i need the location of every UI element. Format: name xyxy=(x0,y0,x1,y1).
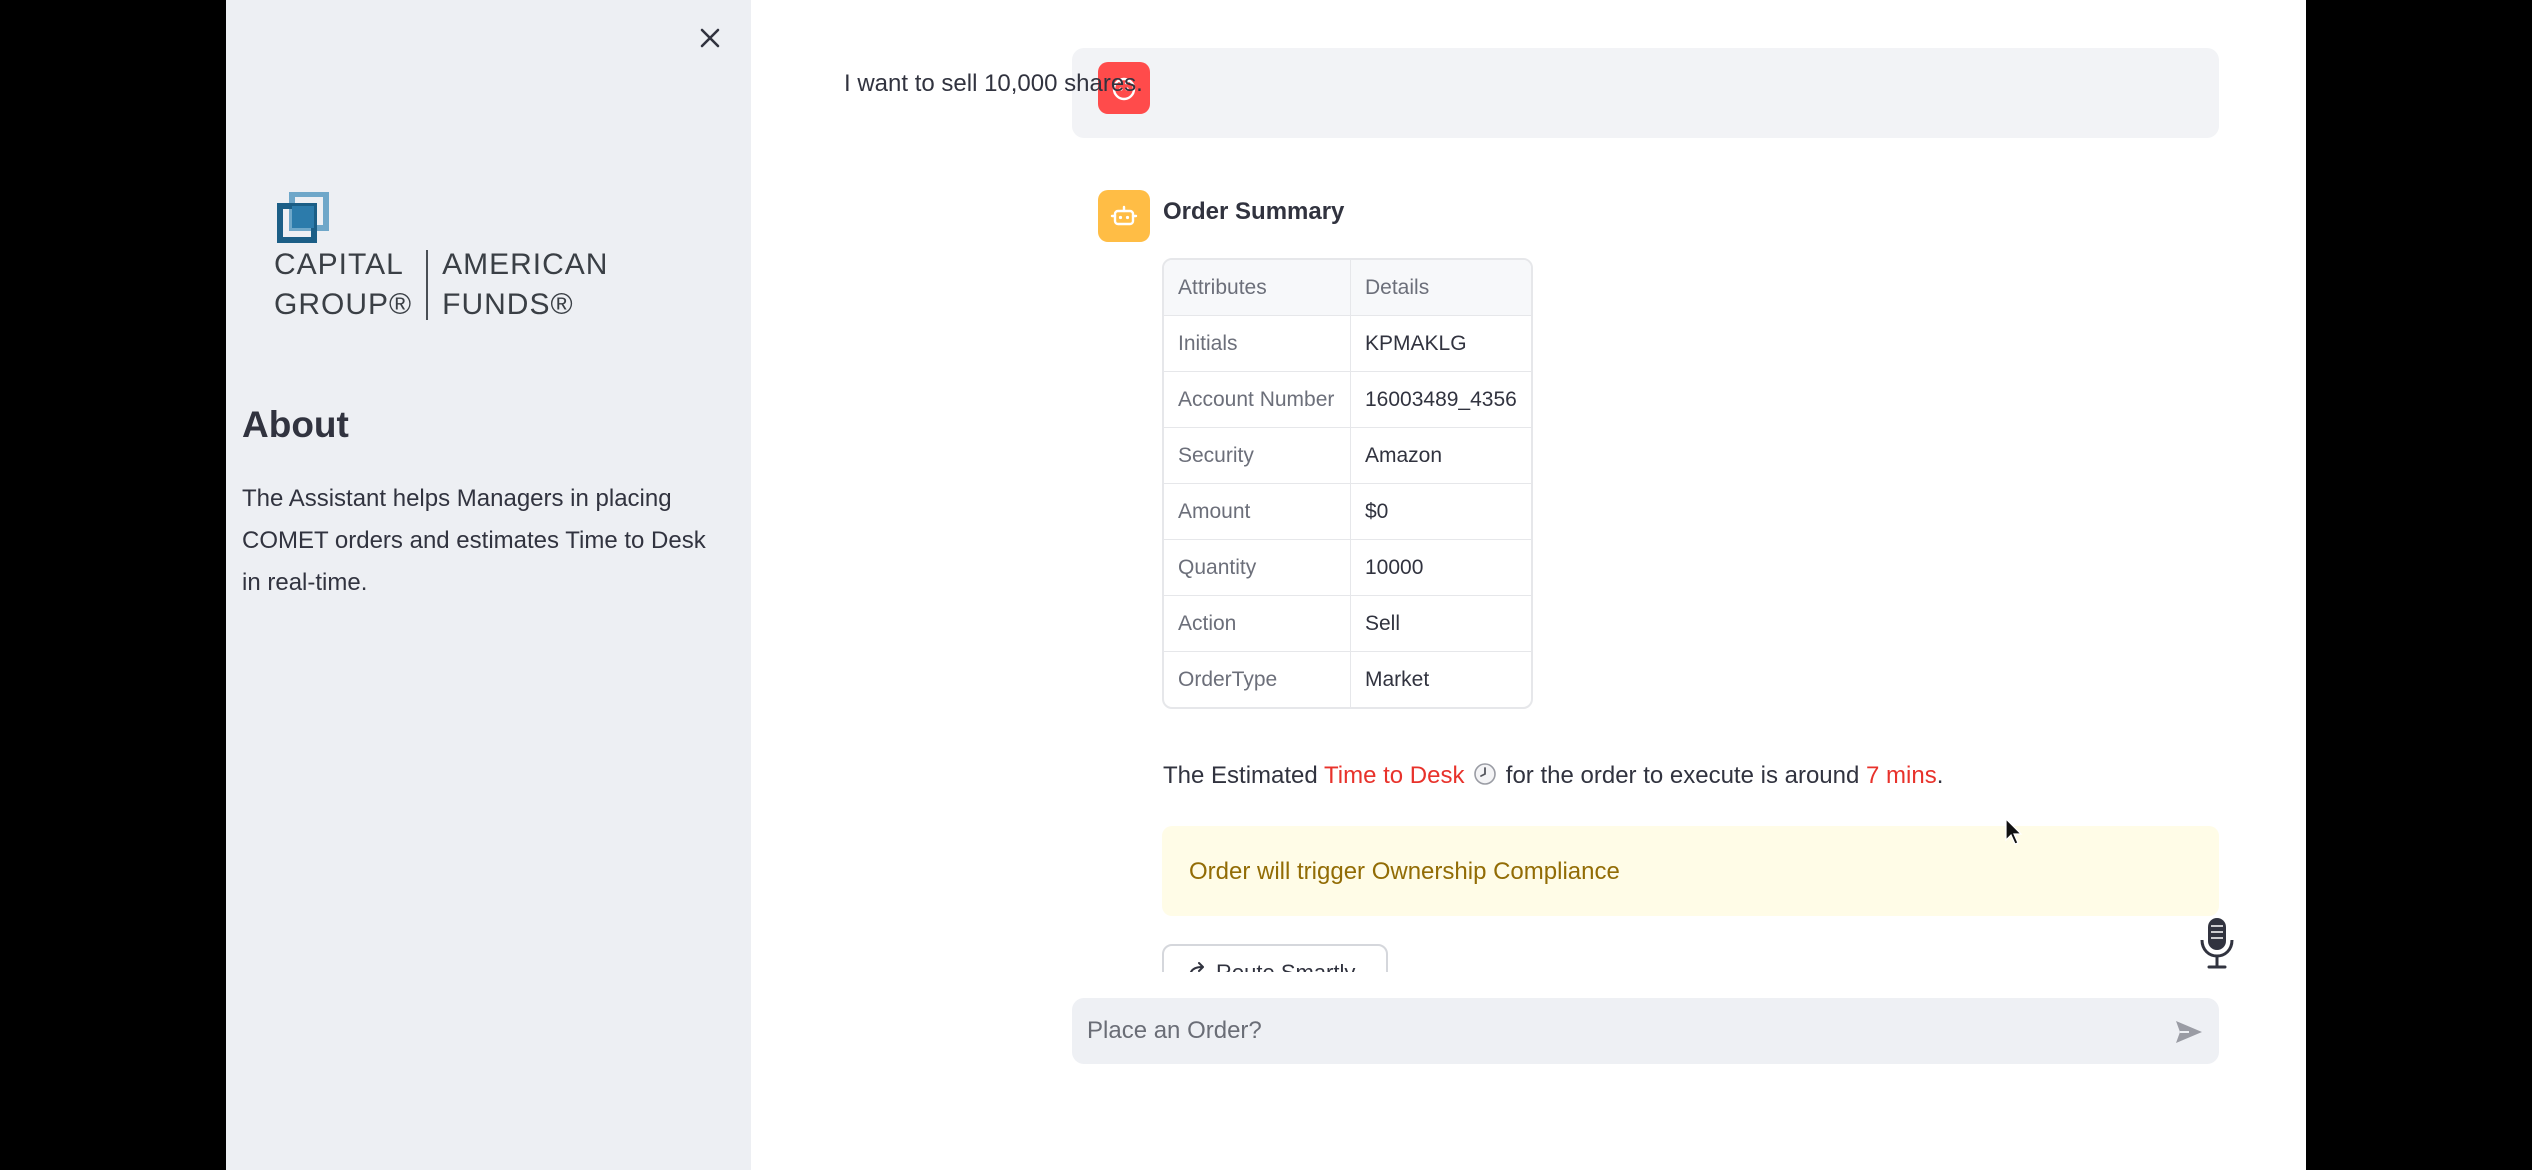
bot-avatar-icon xyxy=(1098,190,1150,242)
logo-mark-icon xyxy=(277,192,329,243)
microphone-button[interactable] xyxy=(2197,916,2237,970)
attribute-cell: Security xyxy=(1164,428,1351,484)
user-message xyxy=(1072,48,2219,138)
time-to-desk-label: Time to Desk xyxy=(1323,762,1465,789)
table-row: Initials KPMAKLG xyxy=(1164,316,1531,372)
logo-word-american: AMERICAN xyxy=(442,248,609,281)
close-icon xyxy=(700,28,720,48)
compliance-warning-text: Order will trigger Ownership Compliance xyxy=(1189,858,1620,885)
table-row: Action Sell xyxy=(1164,596,1531,652)
detail-cell: Market xyxy=(1365,667,1430,691)
detail-cell: 10000 xyxy=(1351,540,1531,596)
attribute-cell: Amount xyxy=(1164,484,1351,540)
estimate-prefix: The Estimated xyxy=(1163,762,1324,789)
clock-icon xyxy=(1474,763,1496,785)
column-header-attributes: Attributes xyxy=(1164,260,1351,316)
about-description: The Assistant helps Managers in placing … xyxy=(242,485,706,596)
route-icon xyxy=(1189,962,1204,972)
microphone-icon xyxy=(2200,918,2234,969)
detail-cell: KPMAKLG xyxy=(1351,316,1531,372)
close-sidebar-button[interactable] xyxy=(694,22,726,54)
table-row: Account Number 16003489_4356 xyxy=(1164,372,1531,428)
send-button[interactable] xyxy=(2173,1016,2205,1048)
estimate-middle: for the order to execute is around xyxy=(1499,762,1867,789)
table-row: OrderType Market xyxy=(1164,652,1531,707)
order-summary-heading: Order Summary xyxy=(1163,198,1345,225)
compliance-warning: Order will trigger Ownership Compliance xyxy=(1162,826,2219,916)
attribute-cell: Quantity xyxy=(1164,540,1351,596)
attribute-cell: Action xyxy=(1164,596,1351,652)
estimate-suffix: . xyxy=(1936,762,1944,789)
send-icon xyxy=(2176,1021,2202,1043)
time-to-desk-estimate: The Estimated Time to Desk for the order… xyxy=(1163,762,1943,790)
table-row: Security Amazon xyxy=(1164,428,1531,484)
app-window: CAPITAL GROUP® AMERICAN FUNDS® About The… xyxy=(226,0,2306,1170)
sidebar: CAPITAL GROUP® AMERICAN FUNDS® About The… xyxy=(226,0,751,1170)
table-row: Quantity 10000 xyxy=(1164,540,1531,596)
detail-cell: Sell xyxy=(1351,596,1531,652)
detail-cell: $0 xyxy=(1351,484,1531,540)
user-message-text: I want to sell 10,000 shares. xyxy=(844,70,1143,97)
attribute-cell: Account Number xyxy=(1164,372,1351,428)
logo-divider xyxy=(426,250,429,320)
chat-history[interactable]: I want to sell 10,000 shares. Order Summ… xyxy=(751,0,2306,972)
attribute-cell: Initials xyxy=(1164,316,1351,372)
route-smartly-button[interactable]: Route Smartly xyxy=(1162,944,1388,972)
logo-word-group: GROUP® xyxy=(274,288,413,321)
order-summary-table: Attributes Details Initials KPMAKLG Acco… xyxy=(1162,258,1533,709)
detail-cell: Amazon xyxy=(1351,428,1531,484)
logo-word-capital: CAPITAL xyxy=(274,248,404,281)
detail-cell: 16003489_4356 xyxy=(1351,372,1531,428)
logo-word-funds: FUNDS® xyxy=(442,288,574,321)
order-chat-input[interactable] xyxy=(1072,998,2219,1064)
column-header-details: Details xyxy=(1351,260,1531,316)
main-panel: I want to sell 10,000 shares. Order Summ… xyxy=(751,0,2306,1170)
table-header-row: Attributes Details xyxy=(1164,260,1531,316)
estimated-time-value: 7 mins xyxy=(1866,762,1937,789)
route-smartly-label: Route Smartly xyxy=(1216,960,1355,972)
table-row: Amount $0 xyxy=(1164,484,1531,540)
about-heading: About xyxy=(242,404,349,445)
capital-group-logo: CAPITAL GROUP® AMERICAN FUNDS® xyxy=(274,192,614,322)
mouse-pointer-icon xyxy=(2005,818,2023,845)
logo-text: CAPITAL GROUP® AMERICAN FUNDS® xyxy=(274,250,608,320)
attribute-cell: OrderType xyxy=(1164,652,1351,707)
